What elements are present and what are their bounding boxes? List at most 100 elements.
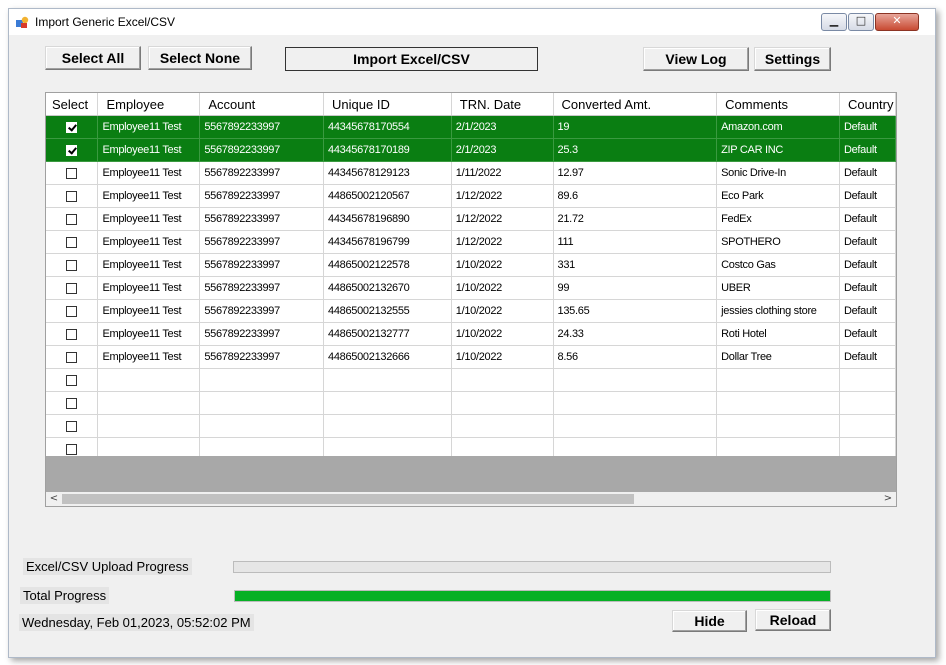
cell-country[interactable]: Default [839, 276, 896, 300]
cell-amount[interactable]: 135.65 [553, 299, 718, 323]
cell-employee[interactable]: Employee11 Test [97, 207, 201, 231]
cell-amount[interactable]: 99 [553, 276, 718, 300]
column-header-account[interactable]: Account [199, 93, 325, 116]
cell-country[interactable]: Default [839, 345, 896, 369]
horizontal-scrollbar[interactable]: < > [46, 492, 896, 506]
cell-date[interactable]: 1/10/2022 [451, 276, 554, 300]
table-row[interactable]: Employee11 Test 5567892233997 443456781291… [46, 161, 896, 185]
cell-amount[interactable] [553, 368, 718, 392]
cell-unique-id[interactable]: 44865002120567 [323, 184, 452, 208]
cell-date[interactable]: 1/10/2022 [451, 299, 554, 323]
column-header-unique-id[interactable]: Unique ID [323, 93, 452, 116]
cell-unique-id[interactable] [323, 414, 452, 438]
cell-amount[interactable] [553, 414, 718, 438]
hide-button[interactable]: Hide [672, 610, 747, 632]
cell-unique-id[interactable]: 44345678196799 [323, 230, 452, 254]
cell-amount[interactable]: 331 [553, 253, 718, 277]
cell-comments[interactable]: FedEx [716, 207, 840, 231]
cell-comments[interactable]: ZIP CAR INC [716, 138, 840, 162]
cell-employee[interactable]: Employee11 Test [97, 345, 201, 369]
maximize-button[interactable]: □ [848, 13, 874, 31]
column-header-select[interactable]: Select [46, 93, 99, 116]
cell-account[interactable] [199, 368, 325, 392]
cell-account[interactable]: 5567892233997 [199, 299, 325, 323]
select-cell[interactable] [46, 253, 99, 277]
table-row[interactable]: Employee11 Test 5567892233997 443456781705… [46, 115, 896, 139]
cell-date[interactable]: 1/10/2022 [451, 345, 554, 369]
table-row[interactable]: Employee11 Test 5567892233997 448650021225… [46, 253, 896, 277]
select-cell[interactable] [46, 368, 99, 392]
cell-unique-id[interactable]: 44865002122578 [323, 253, 452, 277]
cell-amount[interactable]: 8.56 [553, 345, 718, 369]
cell-country[interactable]: Default [839, 322, 896, 346]
select-cell[interactable] [46, 161, 99, 185]
table-row[interactable]: Employee11 Test 5567892233997 443456781701… [46, 138, 896, 162]
select-cell[interactable] [46, 414, 99, 438]
cell-date[interactable]: 2/1/2023 [451, 115, 554, 139]
table-row[interactable]: Employee11 Test 5567892233997 448650021327… [46, 322, 896, 346]
cell-account[interactable]: 5567892233997 [199, 230, 325, 254]
row-checkbox[interactable] [66, 443, 78, 455]
cell-account[interactable]: 5567892233997 [199, 161, 325, 185]
table-row[interactable] [46, 391, 896, 415]
column-header-converted-amt[interactable]: Converted Amt. [553, 93, 718, 116]
row-checkbox[interactable] [66, 259, 78, 271]
cell-account[interactable]: 5567892233997 [199, 115, 325, 139]
cell-unique-id[interactable]: 44345678170189 [323, 138, 452, 162]
table-row[interactable]: Employee11 Test 5567892233997 448650021326… [46, 276, 896, 300]
cell-employee[interactable]: Employee11 Test [97, 230, 201, 254]
cell-comments[interactable]: jessies clothing store [716, 299, 840, 323]
cell-comments[interactable]: SPOTHERO [716, 230, 840, 254]
cell-comments[interactable]: Amazon.com [716, 115, 840, 139]
cell-date[interactable] [451, 368, 554, 392]
cell-account[interactable]: 5567892233997 [199, 345, 325, 369]
cell-date[interactable]: 2/1/2023 [451, 138, 554, 162]
cell-date[interactable]: 1/12/2022 [451, 207, 554, 231]
cell-unique-id[interactable]: 44345678196890 [323, 207, 452, 231]
settings-button[interactable]: Settings [754, 47, 831, 71]
cell-unique-id[interactable] [323, 391, 452, 415]
table-row[interactable]: Employee11 Test 5567892233997 448650021205… [46, 184, 896, 208]
select-cell[interactable] [46, 138, 99, 162]
cell-account[interactable]: 5567892233997 [199, 322, 325, 346]
cell-country[interactable]: Default [839, 207, 896, 231]
cell-amount[interactable]: 89.6 [553, 184, 718, 208]
cell-amount[interactable]: 24.33 [553, 322, 718, 346]
minimize-button[interactable]: ▁ [821, 13, 847, 31]
column-header-comments[interactable]: Comments [716, 93, 840, 116]
chevron-left-icon[interactable]: < [47, 492, 61, 506]
cell-country[interactable]: Default [839, 299, 896, 323]
cell-country[interactable]: Default [839, 184, 896, 208]
cell-account[interactable]: 5567892233997 [199, 253, 325, 277]
cell-amount[interactable] [553, 391, 718, 415]
cell-employee[interactable] [97, 391, 201, 415]
cell-unique-id[interactable]: 44865002132777 [323, 322, 452, 346]
select-cell[interactable] [46, 391, 99, 415]
cell-unique-id[interactable]: 44345678170554 [323, 115, 452, 139]
cell-country[interactable] [839, 368, 896, 392]
cell-comments[interactable]: Eco Park [716, 184, 840, 208]
cell-comments[interactable]: Costco Gas [716, 253, 840, 277]
select-cell[interactable] [46, 299, 99, 323]
cell-date[interactable]: 1/12/2022 [451, 184, 554, 208]
row-checkbox[interactable] [66, 282, 78, 294]
cell-amount[interactable]: 19 [553, 115, 718, 139]
cell-employee[interactable]: Employee11 Test [97, 253, 201, 277]
select-cell[interactable] [46, 207, 99, 231]
row-checkbox[interactable] [66, 351, 78, 363]
cell-country[interactable] [839, 414, 896, 438]
cell-date[interactable] [451, 414, 554, 438]
cell-employee[interactable] [97, 368, 201, 392]
select-none-button[interactable]: Select None [148, 46, 252, 70]
select-all-button[interactable]: Select All [45, 46, 141, 70]
row-checkbox[interactable] [66, 328, 78, 340]
table-row[interactable]: Employee11 Test 5567892233997 443456781968… [46, 207, 896, 231]
cell-comments[interactable]: Roti Hotel [716, 322, 840, 346]
scrollbar-thumb[interactable] [62, 494, 634, 504]
select-cell[interactable] [46, 345, 99, 369]
cell-account[interactable]: 5567892233997 [199, 184, 325, 208]
select-cell[interactable] [46, 322, 99, 346]
cell-unique-id[interactable]: 44865002132666 [323, 345, 452, 369]
cell-amount[interactable]: 111 [553, 230, 718, 254]
cell-unique-id[interactable]: 44865002132555 [323, 299, 452, 323]
